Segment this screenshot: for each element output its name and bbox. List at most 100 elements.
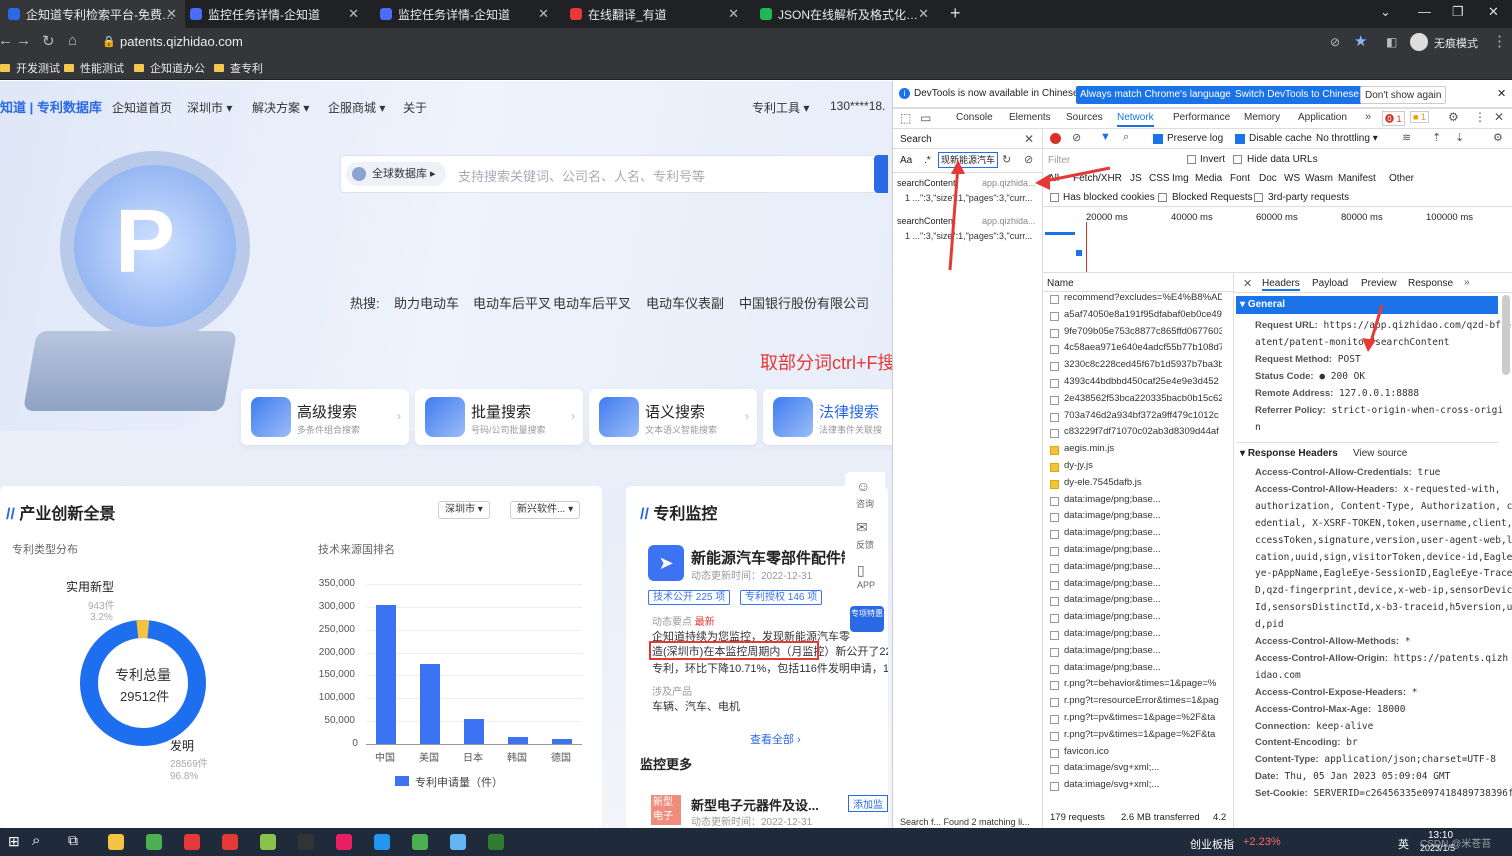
- response-headers-toggle[interactable]: ▾ Response Headers: [1240, 448, 1338, 459]
- request-row[interactable]: r.png?t=behavior&times=1&page=%: [1064, 678, 1222, 689]
- bookmark-item[interactable]: 开发测试: [0, 60, 60, 76]
- address-bar[interactable]: patents.qizhidao.com: [112, 31, 1412, 53]
- request-row[interactable]: data:image/png;base...: [1064, 561, 1222, 572]
- close-devtools-icon[interactable]: ✕: [1494, 110, 1504, 124]
- tab-close-icon[interactable]: ✕: [166, 6, 177, 22]
- float-feedback[interactable]: 反馈: [856, 538, 874, 551]
- request-row[interactable]: 3230c8c228ced45f67b1d5937b7ba3b: [1064, 359, 1222, 370]
- request-row[interactable]: data:image/png;base...: [1064, 645, 1222, 656]
- request-row[interactable]: data:image/png;base...: [1064, 494, 1222, 505]
- git-icon[interactable]: [488, 834, 504, 850]
- devtools-tab-elements[interactable]: Elements: [1009, 112, 1051, 123]
- request-row[interactable]: dy-jy.js: [1064, 460, 1222, 471]
- devtools-tab-sources[interactable]: Sources: [1066, 112, 1103, 123]
- taskbar-search-icon[interactable]: ⌕: [32, 832, 40, 849]
- nav-right-item[interactable]: 专利工具 ▾: [752, 99, 809, 116]
- float-promo[interactable]: 专项特惠: [850, 606, 884, 632]
- bookmark-item[interactable]: 性能测试: [64, 60, 124, 76]
- search-drawer-close[interactable]: ✕: [1024, 132, 1034, 146]
- devtools-tab-console[interactable]: Console: [956, 112, 993, 123]
- nav-right-item[interactable]: 130****18.: [830, 99, 885, 113]
- request-row[interactable]: favicon.ico: [1064, 746, 1222, 757]
- industry-filter[interactable]: 新兴软件... ▾: [510, 501, 581, 519]
- task-view-icon[interactable]: ⧉: [68, 832, 78, 849]
- detail-tab-response[interactable]: Response: [1408, 278, 1453, 289]
- kebab-icon[interactable]: ⋮: [1474, 110, 1486, 124]
- pen-icon[interactable]: [336, 834, 352, 850]
- warning-badge[interactable]: ■ 1: [1410, 111, 1429, 123]
- disable-cache-checkbox[interactable]: [1235, 134, 1245, 144]
- float-app[interactable]: APP: [857, 580, 875, 590]
- float-consult[interactable]: 咨询: [856, 497, 874, 510]
- request-row[interactable]: data:image/png;base...: [1064, 594, 1222, 605]
- bookmark-item[interactable]: 查专利: [214, 60, 263, 76]
- details-scrollbar[interactable]: [1502, 295, 1510, 375]
- nav-item[interactable]: 关于: [403, 99, 427, 116]
- tool-icon[interactable]: [450, 834, 466, 850]
- request-row[interactable]: 4393c44bdbbd450caf25e4e9e3d452: [1064, 376, 1222, 387]
- tab-search-icon[interactable]: ⌄: [1380, 4, 1391, 20]
- request-row[interactable]: 703a746d2a934bf372a9ff479c1012c: [1064, 410, 1222, 421]
- forward-icon[interactable]: →: [16, 32, 31, 49]
- inspect-icon[interactable]: ⬚: [900, 111, 911, 125]
- search-input[interactable]: 支持搜索关键词、公司名、人名、专利号等: [458, 166, 705, 185]
- file-explorer-icon[interactable]: [108, 834, 124, 850]
- monitor-item2-title[interactable]: 新型电子元器件及设...: [691, 795, 819, 814]
- minimize-icon[interactable]: —: [1418, 4, 1431, 19]
- add-monitor-button[interactable]: 添加监: [848, 795, 888, 812]
- request-row[interactable]: r.png?t=resourceError&times=1&pag: [1064, 695, 1222, 706]
- stock-change[interactable]: +2.23%: [1243, 836, 1281, 848]
- wifi-icon[interactable]: ≋: [1402, 131, 1411, 144]
- devtools-tab-network[interactable]: Network: [1117, 112, 1154, 127]
- notepad-icon[interactable]: [260, 834, 276, 850]
- search-button[interactable]: [874, 155, 888, 193]
- back-icon[interactable]: ←: [0, 32, 13, 49]
- hot-keyword[interactable]: 电动车仪表副: [646, 293, 724, 312]
- devtools-tab-memory[interactable]: Memory: [1244, 112, 1280, 123]
- import-icon[interactable]: ⇡: [1432, 131, 1441, 144]
- request-row[interactable]: data:image/svg+xml;...: [1064, 762, 1222, 773]
- switch-chinese-button[interactable]: Switch DevTools to Chinese: [1231, 86, 1363, 104]
- tab-close-icon[interactable]: ✕: [728, 6, 739, 22]
- record-icon[interactable]: [1050, 133, 1061, 144]
- tag-grant[interactable]: 专利授权 146 项: [740, 590, 823, 605]
- settings-icon[interactable]: ⚙: [1448, 110, 1459, 124]
- site-logo[interactable]: 知道 | 专利数据库: [0, 97, 102, 116]
- search-card[interactable]: 批量搜索 号码/公司批量搜索 ›: [415, 389, 583, 445]
- browser-tab[interactable]: 在线翻译_有道 ✕: [562, 0, 747, 28]
- error-badge[interactable]: ⓿ 1: [1382, 111, 1405, 126]
- request-row[interactable]: c83229f7df71070c02ab3d8309d44af: [1064, 426, 1222, 437]
- tab-close-icon[interactable]: ✕: [918, 6, 929, 22]
- dont-show-button[interactable]: Don't show again: [1360, 86, 1447, 104]
- terminal-icon[interactable]: [298, 834, 314, 850]
- search-network-icon[interactable]: ⌕: [1123, 131, 1129, 144]
- tab-close-icon[interactable]: ✕: [348, 6, 359, 22]
- eye-off-icon[interactable]: ⊘: [1330, 35, 1340, 49]
- more-detail-tabs-icon[interactable]: »: [1464, 277, 1470, 288]
- export-icon[interactable]: ⇣: [1455, 131, 1464, 144]
- xmind-icon[interactable]: [222, 834, 238, 850]
- wechat-icon[interactable]: [412, 834, 428, 850]
- search-card[interactable]: 语义搜索 文本语义智能搜索 ›: [589, 389, 757, 445]
- match-language-button[interactable]: Always match Chrome's language: [1076, 86, 1235, 104]
- network-settings-icon[interactable]: ⚙: [1493, 131, 1503, 144]
- filter-icon[interactable]: ▼: [1100, 131, 1111, 143]
- request-row[interactable]: aegis.min.js: [1064, 443, 1222, 454]
- request-row[interactable]: data:image/png;base...: [1064, 628, 1222, 639]
- wps-icon[interactable]: [184, 834, 200, 850]
- close-window-icon[interactable]: ✕: [1488, 4, 1499, 20]
- clear-log-icon[interactable]: ⊘: [1072, 131, 1081, 144]
- stock-name[interactable]: 创业板指: [1190, 836, 1234, 852]
- region-filter[interactable]: 深圳市 ▾: [438, 501, 490, 519]
- chat-icon[interactable]: ☺: [856, 478, 870, 494]
- chrome-icon[interactable]: [146, 834, 162, 850]
- request-row[interactable]: data:image/png;base...: [1064, 578, 1222, 589]
- browser-tab[interactable]: 企知道专利检索平台-免费查询专✕: [0, 0, 185, 28]
- request-row[interactable]: data:image/png;base...: [1064, 510, 1222, 521]
- side-panel-icon[interactable]: ◧: [1386, 35, 1397, 49]
- star-icon[interactable]: ★: [1354, 32, 1367, 50]
- reload-icon[interactable]: ↻: [42, 32, 55, 50]
- browser-tab[interactable]: JSON在线解析及格式化验证 - JS✕: [752, 0, 937, 28]
- new-tab-button[interactable]: +: [950, 3, 961, 24]
- menu-icon[interactable]: ⋮: [1492, 32, 1507, 50]
